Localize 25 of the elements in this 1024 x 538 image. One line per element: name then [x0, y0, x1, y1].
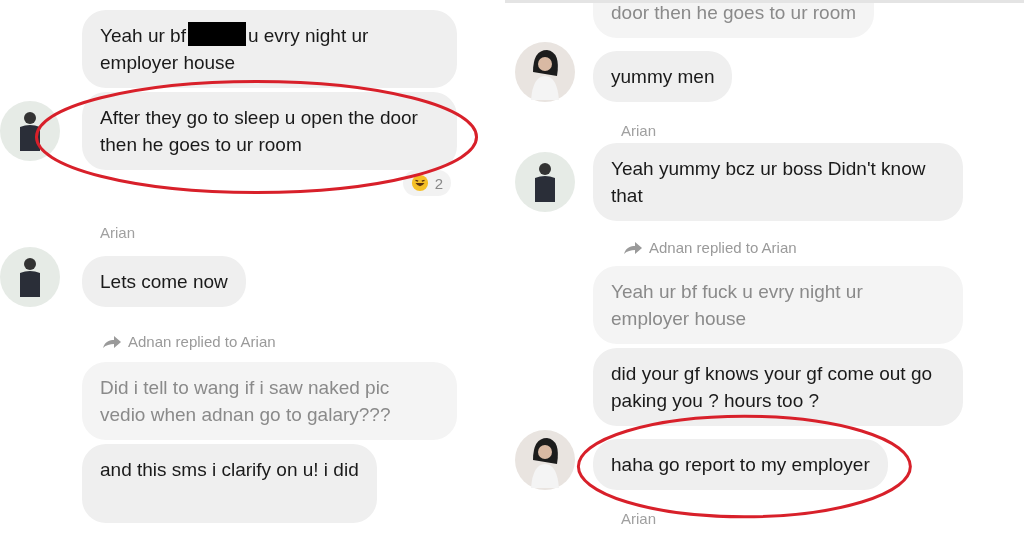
avatar-icon: [0, 101, 60, 161]
sender-name: Arian: [621, 122, 658, 139]
reply-arrow-icon: [623, 240, 643, 255]
sender-name: Arian: [100, 224, 137, 241]
message-bubble: did your gf knows your gf come out go paking you ? hours too ?: [593, 348, 963, 426]
laughing-emoji-icon: [410, 174, 429, 192]
avatar-icon: [515, 430, 575, 490]
reply-arrow-icon: [102, 334, 122, 349]
message-bubble: yummy men: [593, 51, 733, 102]
message-bubble: Yeah ur bf fuck u evry night ur employer house: [593, 266, 963, 344]
message-bubble: After they go to sleep u open the door then he goes to ur room: [82, 92, 457, 170]
message-bubble: door then he goes to ur room: [593, 3, 875, 38]
message-bubble: Yeah yummy bcz ur boss Didn't know that: [593, 143, 963, 221]
avatar-icon: [515, 42, 575, 102]
reaction-badge[interactable]: 2: [402, 170, 451, 196]
message-bubble: and this sms i clarify on u! i did: [82, 444, 377, 523]
reply-note: Adnan replied to Arian: [128, 333, 276, 350]
message-bubble: Yeah ur bf u evry night ur employer house: [82, 10, 457, 88]
avatar-icon: [0, 247, 60, 307]
message-bubble: Did i tell to wang if i saw naked pic vedio when adnan go to galary???: [82, 362, 457, 440]
avatar-icon: [515, 152, 575, 212]
message-bubble: Lets come now: [82, 256, 246, 307]
sender-name: Arian: [621, 510, 658, 527]
reply-note: Adnan replied to Arian: [649, 239, 797, 256]
message-bubble: haha go report to my employer: [593, 439, 888, 490]
